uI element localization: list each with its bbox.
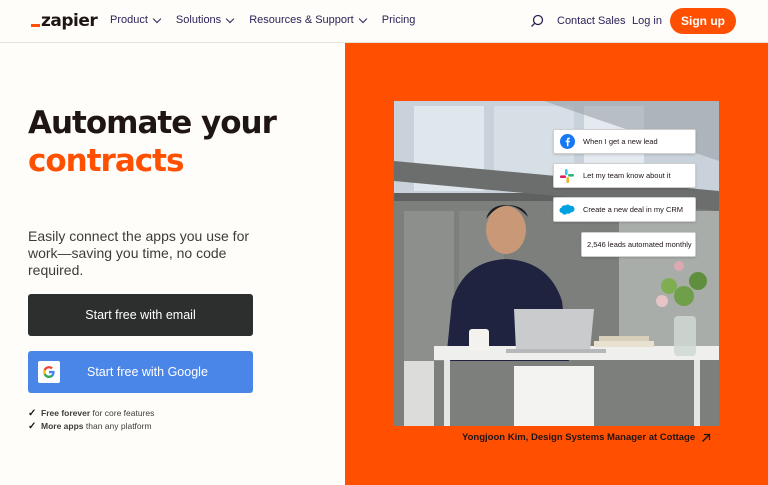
zapier-logo[interactable]: zapier — [31, 11, 98, 31]
google-button-label: Start free with Google — [87, 365, 208, 379]
login-link[interactable]: Log in — [632, 15, 662, 27]
perk-bold: More apps — [41, 421, 84, 431]
nav-resources-label: Resources & Support — [249, 14, 354, 26]
logo-text: zapier — [41, 11, 98, 31]
perk-text: Free forever for core features — [41, 407, 154, 420]
start-free-email-button[interactable]: Start free with email — [28, 294, 253, 336]
hero-title: Automate your contracts — [28, 104, 277, 180]
perk-item: ✓ Free forever for core features — [28, 407, 154, 420]
nav-product[interactable]: Product — [110, 14, 162, 26]
chevron-down-icon — [358, 14, 367, 23]
logo-underscore — [31, 24, 40, 27]
nav-solutions-label: Solutions — [175, 14, 222, 26]
photo-caption[interactable]: Yongjoon Kim, Design Systems Manager at … — [462, 432, 711, 443]
google-icon — [38, 361, 60, 383]
signup-button[interactable]: Sign up — [670, 8, 736, 34]
site-header: zapier Product Solutions Resources & Sup… — [0, 0, 768, 43]
contact-sales-link[interactable]: Contact Sales — [557, 15, 625, 27]
zap-stat-card: 2,546 leads automated monthly — [581, 232, 696, 257]
hero-description: Easily connect the apps you use for work… — [28, 228, 250, 278]
zap-card-trigger: When I get a new lead — [553, 129, 696, 154]
main-nav: Product Solutions Resources & Support Pr… — [110, 14, 415, 26]
perk-rest: for core features — [90, 408, 155, 418]
nav-solutions[interactable]: Solutions — [175, 14, 235, 26]
perk-item: ✓ More apps than any platform — [28, 420, 154, 433]
nav-product-label: Product — [110, 14, 148, 26]
nav-pricing-label: Pricing — [381, 14, 416, 26]
zap-card-text: Create a new deal in my CRM — [583, 205, 684, 214]
perk-rest: than any platform — [83, 421, 152, 431]
chevron-down-icon — [225, 14, 235, 23]
nav-resources[interactable]: Resources & Support — [249, 14, 367, 26]
zap-card-text: When I get a new lead — [583, 137, 658, 146]
hero-title-line2: contracts — [28, 143, 184, 179]
slack-icon — [559, 168, 575, 184]
zap-card-action: Create a new deal in my CRM — [553, 197, 696, 222]
salesforce-icon — [559, 202, 575, 218]
perk-bold: Free forever — [41, 408, 91, 418]
external-arrow-icon — [702, 433, 711, 442]
search-icon[interactable] — [530, 14, 544, 28]
zap-card-text: Let my team know about it — [583, 171, 671, 180]
facebook-icon — [559, 134, 575, 150]
zap-card-action: Let my team know about it — [553, 163, 696, 188]
zap-stat-text: 2,546 leads automated monthly — [587, 240, 692, 249]
checkmark-icon: ✓ — [28, 421, 37, 432]
nav-pricing[interactable]: Pricing — [382, 14, 416, 26]
hero-title-line1: Automate your — [28, 105, 277, 141]
caption-text: Yongjoon Kim, Design Systems Manager at … — [462, 432, 696, 443]
chevron-down-icon — [152, 14, 162, 23]
perks-list: ✓ Free forever for core features ✓ More … — [28, 407, 154, 433]
perk-text: More apps than any platform — [41, 420, 152, 433]
start-free-google-button[interactable]: Start free with Google — [28, 351, 253, 393]
checkmark-icon: ✓ — [28, 408, 37, 419]
